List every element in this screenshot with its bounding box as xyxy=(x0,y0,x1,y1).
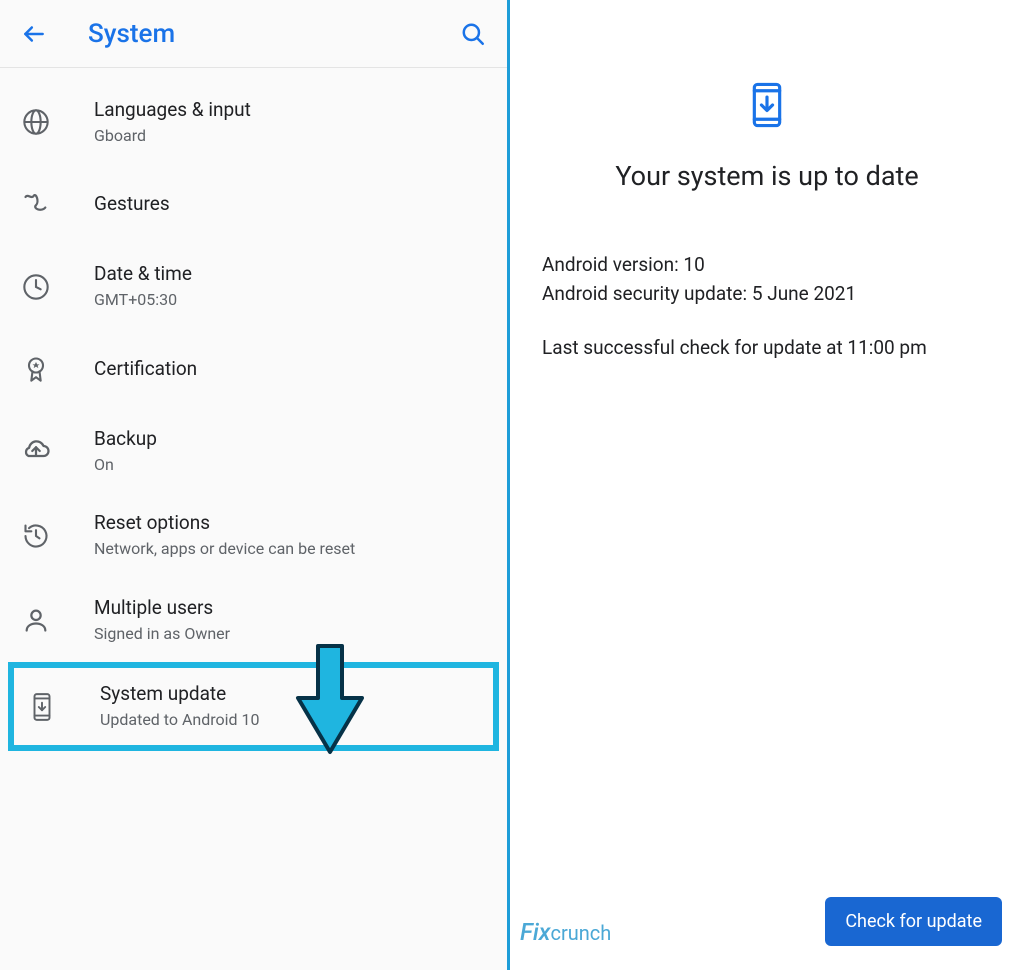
settings-item-gestures[interactable]: Gestures xyxy=(0,164,507,244)
restore-icon xyxy=(20,520,52,552)
update-hero: Your system is up to date xyxy=(510,0,1024,192)
update-details: Android version: 10 Android security upd… xyxy=(510,192,1024,362)
last-check-text: Last successful check for update at 11:0… xyxy=(542,333,992,362)
setting-title: Gestures xyxy=(94,192,170,217)
search-button[interactable] xyxy=(457,18,489,50)
setting-title: Multiple users xyxy=(94,596,230,621)
settings-item-languages[interactable]: Languages & input Gboard xyxy=(0,80,507,164)
check-for-update-button[interactable]: Check for update xyxy=(825,897,1002,946)
security-update-text: Android security update: 5 June 2021 xyxy=(542,279,992,308)
setting-title: System update xyxy=(100,682,260,707)
setting-subtitle: Signed in as Owner xyxy=(94,624,230,645)
setting-subtitle: Gboard xyxy=(94,126,251,147)
settings-item-system-update[interactable]: System update Updated to Android 10 xyxy=(14,668,493,744)
globe-icon xyxy=(20,106,52,138)
setting-subtitle: Updated to Android 10 xyxy=(100,710,260,731)
settings-item-backup[interactable]: Backup On xyxy=(0,409,507,493)
system-update-pane: Your system is up to date Android versio… xyxy=(510,0,1024,970)
system-settings-pane: System Languages & input Gboard xyxy=(0,0,510,970)
gesture-icon xyxy=(20,188,52,220)
setting-title: Backup xyxy=(94,427,157,452)
setting-title: Date & time xyxy=(94,262,192,287)
settings-item-reset[interactable]: Reset options Network, apps or device ca… xyxy=(0,493,507,577)
user-icon xyxy=(20,604,52,636)
clock-icon xyxy=(20,271,52,303)
highlight-box: System update Updated to Android 10 xyxy=(8,662,499,750)
update-status-title: Your system is up to date xyxy=(540,160,994,192)
annotation-arrow-icon xyxy=(290,640,370,760)
settings-list: Languages & input Gboard Gestures xyxy=(0,68,507,970)
setting-title: Certification xyxy=(94,357,197,382)
watermark-text: Fixcrunch xyxy=(520,918,611,946)
system-update-icon xyxy=(26,691,58,723)
settings-item-certification[interactable]: Certification xyxy=(0,329,507,409)
setting-subtitle: On xyxy=(94,455,157,476)
setting-title: Languages & input xyxy=(94,98,251,123)
device-update-icon xyxy=(747,78,787,132)
settings-item-date-time[interactable]: Date & time GMT+05:30 xyxy=(0,244,507,328)
settings-item-multiple-users[interactable]: Multiple users Signed in as Owner xyxy=(0,578,507,662)
setting-subtitle: Network, apps or device can be reset xyxy=(94,539,355,560)
back-button[interactable] xyxy=(18,18,50,50)
setting-subtitle: GMT+05:30 xyxy=(94,290,192,311)
android-version-text: Android version: 10 xyxy=(542,250,992,279)
page-title: System xyxy=(88,19,175,49)
header-bar: System xyxy=(0,0,507,68)
bottom-bar: Fixcrunch Check for update xyxy=(510,897,1024,956)
setting-title: Reset options xyxy=(94,511,355,536)
cloud-upload-icon xyxy=(20,435,52,467)
award-icon xyxy=(20,353,52,385)
